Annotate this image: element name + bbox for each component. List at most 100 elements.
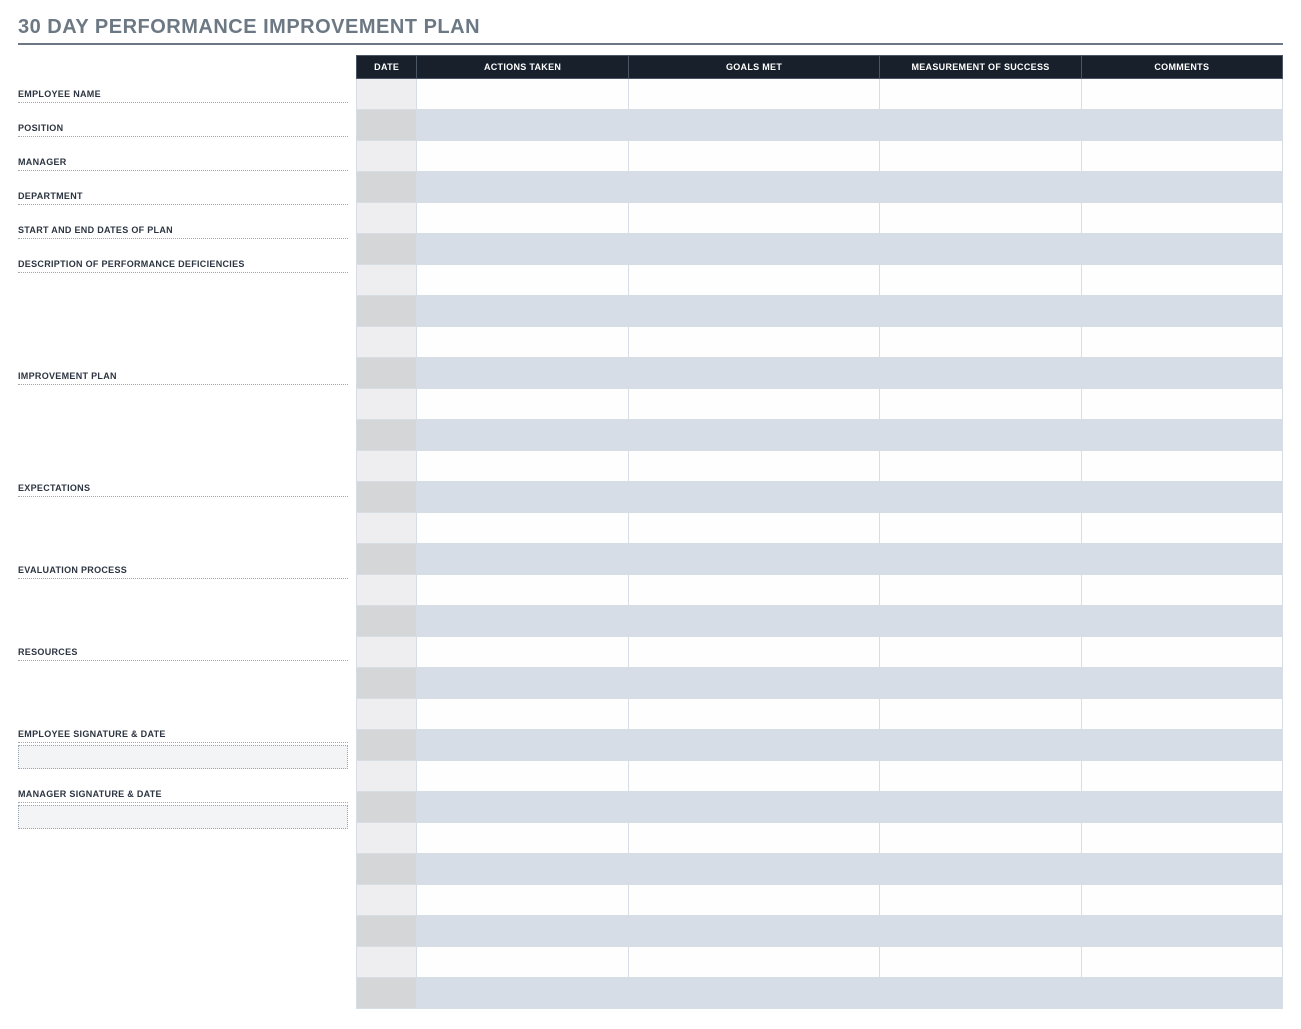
cell-actions[interactable] — [417, 79, 628, 110]
cell-measurement[interactable] — [880, 141, 1081, 172]
cell-date[interactable] — [357, 606, 417, 637]
cell-goals[interactable] — [628, 947, 880, 978]
cell-date[interactable] — [357, 885, 417, 916]
cell-actions[interactable] — [417, 482, 628, 513]
cell-measurement[interactable] — [880, 482, 1081, 513]
cell-measurement[interactable] — [880, 451, 1081, 482]
cell-measurement[interactable] — [880, 668, 1081, 699]
cell-measurement[interactable] — [880, 513, 1081, 544]
input-emp-sig[interactable] — [18, 745, 348, 769]
cell-date[interactable] — [357, 141, 417, 172]
cell-measurement[interactable] — [880, 854, 1081, 885]
cell-measurement[interactable] — [880, 978, 1081, 1009]
cell-comments[interactable] — [1081, 141, 1282, 172]
cell-actions[interactable] — [417, 885, 628, 916]
cell-measurement[interactable] — [880, 110, 1081, 141]
cell-measurement[interactable] — [880, 916, 1081, 947]
cell-measurement[interactable] — [880, 947, 1081, 978]
cell-actions[interactable] — [417, 699, 628, 730]
cell-date[interactable] — [357, 265, 417, 296]
cell-comments[interactable] — [1081, 203, 1282, 234]
cell-goals[interactable] — [628, 668, 880, 699]
cell-actions[interactable] — [417, 854, 628, 885]
cell-measurement[interactable] — [880, 699, 1081, 730]
cell-goals[interactable] — [628, 203, 880, 234]
cell-date[interactable] — [357, 172, 417, 203]
cell-actions[interactable] — [417, 575, 628, 606]
cell-comments[interactable] — [1081, 482, 1282, 513]
cell-actions[interactable] — [417, 141, 628, 172]
cell-actions[interactable] — [417, 389, 628, 420]
cell-goals[interactable] — [628, 761, 880, 792]
cell-comments[interactable] — [1081, 265, 1282, 296]
cell-comments[interactable] — [1081, 792, 1282, 823]
cell-actions[interactable] — [417, 637, 628, 668]
cell-date[interactable] — [357, 637, 417, 668]
input-mgr-sig[interactable] — [18, 805, 348, 829]
cell-goals[interactable] — [628, 916, 880, 947]
cell-goals[interactable] — [628, 792, 880, 823]
cell-measurement[interactable] — [880, 792, 1081, 823]
cell-actions[interactable] — [417, 606, 628, 637]
cell-goals[interactable] — [628, 978, 880, 1009]
cell-goals[interactable] — [628, 234, 880, 265]
cell-date[interactable] — [357, 544, 417, 575]
cell-measurement[interactable] — [880, 885, 1081, 916]
cell-actions[interactable] — [417, 823, 628, 854]
cell-actions[interactable] — [417, 761, 628, 792]
cell-goals[interactable] — [628, 513, 880, 544]
cell-comments[interactable] — [1081, 854, 1282, 885]
cell-date[interactable] — [357, 699, 417, 730]
cell-measurement[interactable] — [880, 420, 1081, 451]
cell-measurement[interactable] — [880, 296, 1081, 327]
cell-date[interactable] — [357, 358, 417, 389]
cell-comments[interactable] — [1081, 234, 1282, 265]
cell-date[interactable] — [357, 761, 417, 792]
cell-actions[interactable] — [417, 544, 628, 575]
cell-date[interactable] — [357, 482, 417, 513]
cell-actions[interactable] — [417, 265, 628, 296]
cell-date[interactable] — [357, 854, 417, 885]
cell-comments[interactable] — [1081, 110, 1282, 141]
cell-date[interactable] — [357, 451, 417, 482]
cell-measurement[interactable] — [880, 234, 1081, 265]
cell-date[interactable] — [357, 327, 417, 358]
cell-goals[interactable] — [628, 296, 880, 327]
cell-goals[interactable] — [628, 327, 880, 358]
cell-actions[interactable] — [417, 172, 628, 203]
cell-actions[interactable] — [417, 327, 628, 358]
cell-date[interactable] — [357, 420, 417, 451]
cell-goals[interactable] — [628, 265, 880, 296]
cell-comments[interactable] — [1081, 947, 1282, 978]
cell-actions[interactable] — [417, 947, 628, 978]
cell-goals[interactable] — [628, 451, 880, 482]
cell-goals[interactable] — [628, 575, 880, 606]
cell-actions[interactable] — [417, 978, 628, 1009]
cell-comments[interactable] — [1081, 451, 1282, 482]
cell-comments[interactable] — [1081, 575, 1282, 606]
cell-measurement[interactable] — [880, 730, 1081, 761]
cell-comments[interactable] — [1081, 296, 1282, 327]
cell-date[interactable] — [357, 668, 417, 699]
cell-date[interactable] — [357, 978, 417, 1009]
cell-date[interactable] — [357, 916, 417, 947]
cell-actions[interactable] — [417, 451, 628, 482]
cell-comments[interactable] — [1081, 513, 1282, 544]
cell-comments[interactable] — [1081, 823, 1282, 854]
cell-goals[interactable] — [628, 420, 880, 451]
cell-comments[interactable] — [1081, 730, 1282, 761]
cell-comments[interactable] — [1081, 978, 1282, 1009]
cell-date[interactable] — [357, 730, 417, 761]
cell-comments[interactable] — [1081, 668, 1282, 699]
cell-goals[interactable] — [628, 482, 880, 513]
cell-goals[interactable] — [628, 885, 880, 916]
cell-goals[interactable] — [628, 699, 880, 730]
cell-goals[interactable] — [628, 606, 880, 637]
cell-comments[interactable] — [1081, 699, 1282, 730]
cell-measurement[interactable] — [880, 265, 1081, 296]
cell-comments[interactable] — [1081, 420, 1282, 451]
cell-measurement[interactable] — [880, 203, 1081, 234]
cell-actions[interactable] — [417, 203, 628, 234]
cell-date[interactable] — [357, 234, 417, 265]
cell-comments[interactable] — [1081, 606, 1282, 637]
